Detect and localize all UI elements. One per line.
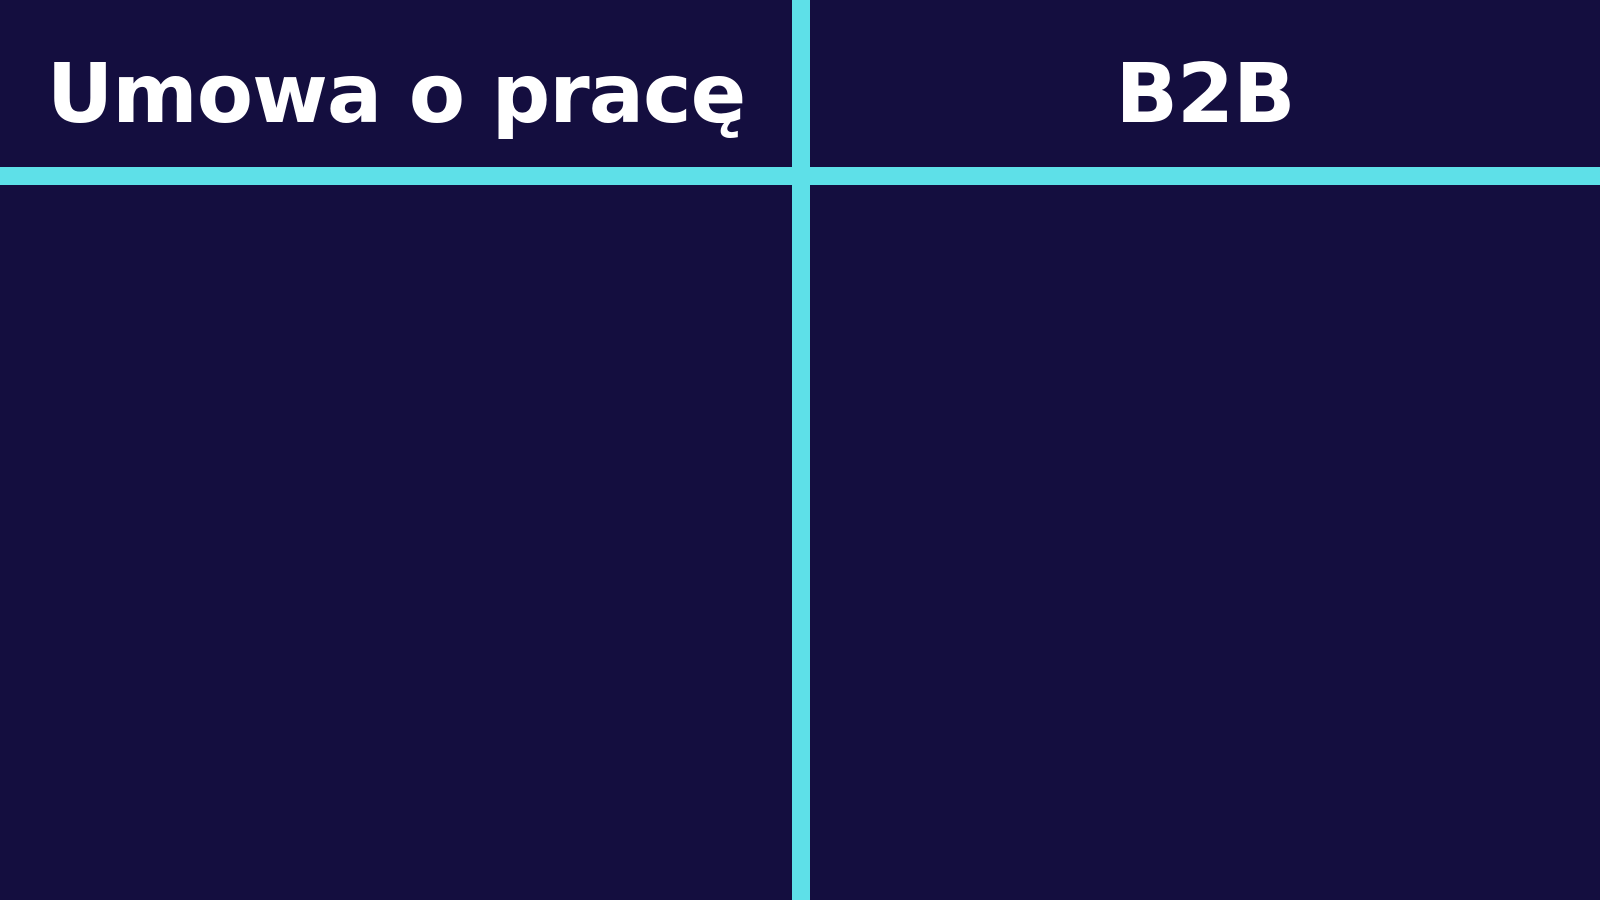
left-column-heading: Umowa o pracę [46,46,747,142]
column-divider [792,0,810,900]
right-column-body [810,185,1600,900]
comparison-slide: Umowa o pracę B2B [0,0,1600,900]
left-column-body [0,185,792,900]
right-column-heading: B2B [1115,46,1295,142]
